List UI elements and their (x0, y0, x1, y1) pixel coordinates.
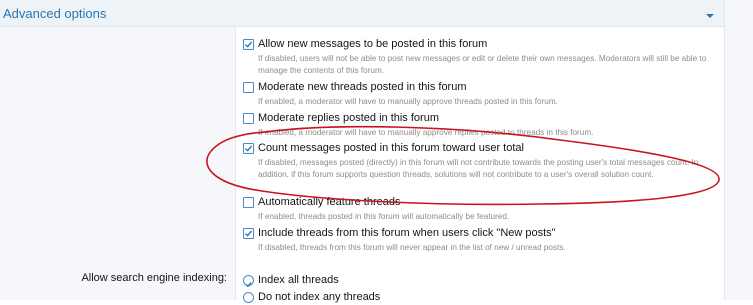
option-label[interactable]: Moderate new threads posted in this foru… (258, 81, 467, 94)
auto-feature-checkbox[interactable] (243, 197, 254, 208)
panel-title: Advanced options (3, 6, 107, 21)
option-allow-new-messages: Allow new messages to be posted in this … (243, 38, 713, 78)
option-moderate-replies: Moderate replies posted in this forum If… (243, 112, 713, 140)
radio-unselected-icon[interactable] (243, 292, 254, 303)
allow-messages-checkbox[interactable] (243, 39, 254, 50)
label-column: Allow search engine indexing: (0, 27, 236, 300)
search-indexing-label: Allow search engine indexing: (81, 272, 227, 284)
option-label[interactable]: Moderate replies posted in this forum (258, 112, 439, 125)
option-description: If enabled, a moderator will have to man… (258, 128, 594, 137)
option-label[interactable]: Automatically feature threads (258, 196, 400, 209)
option-description: If enabled, threads posted in this forum… (258, 212, 510, 221)
option-count-messages: Count messages posted in this forum towa… (243, 142, 713, 192)
option-label[interactable]: Count messages posted in this forum towa… (258, 142, 524, 155)
option-moderate-threads: Moderate new threads posted in this foru… (243, 81, 713, 109)
option-label[interactable]: Allow new messages to be posted in this … (258, 38, 487, 51)
chevron-down-icon[interactable] (703, 8, 717, 18)
option-description: If disabled, messages posted (directly) … (258, 158, 699, 179)
radio-label[interactable]: Index all threads (258, 274, 339, 287)
option-auto-feature: Automatically feature threads If enabled… (243, 196, 713, 224)
radio-index-all[interactable]: Index all threads (243, 274, 713, 288)
option-description: If disabled, threads from this forum wil… (258, 243, 566, 252)
option-description: If enabled, a moderator will have to man… (258, 97, 558, 106)
count-messages-checkbox[interactable] (243, 143, 254, 154)
radio-label[interactable]: Do not index any threads (258, 291, 380, 304)
option-include-new-posts: Include threads from this forum when use… (243, 227, 713, 255)
option-label[interactable]: Include threads from this forum when use… (258, 227, 556, 240)
moderate-replies-checkbox[interactable] (243, 113, 254, 124)
include-new-posts-checkbox[interactable] (243, 228, 254, 239)
option-description: If disabled, users will not be able to p… (258, 54, 707, 75)
radio-selected-icon[interactable] (243, 275, 254, 288)
right-gutter (724, 0, 753, 300)
radio-index-none[interactable]: Do not index any threads (243, 291, 713, 305)
moderate-threads-checkbox[interactable] (243, 82, 254, 93)
advanced-options-header[interactable]: Advanced options (0, 0, 724, 27)
